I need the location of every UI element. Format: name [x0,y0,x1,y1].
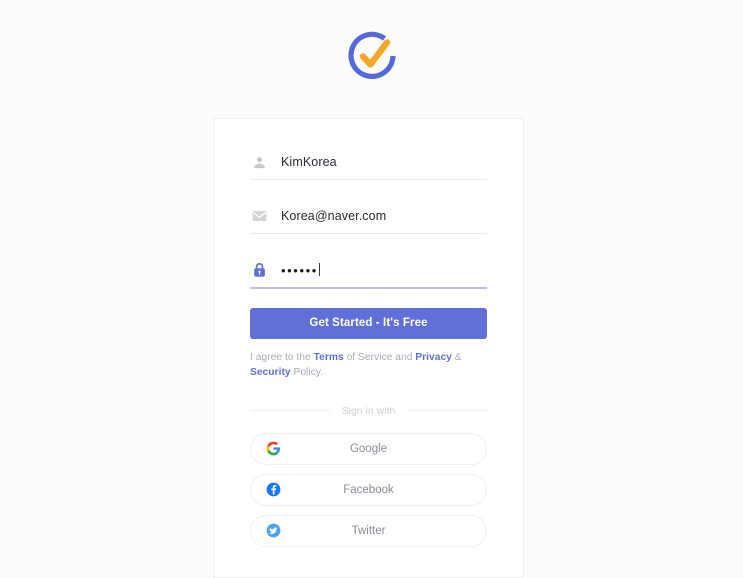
google-icon [265,441,281,457]
agreement-part4: Policy. [290,366,324,378]
check-circle-logo-svg [347,31,396,79]
password-field[interactable]: •••••• [250,253,487,289]
facebook-icon-svg [266,482,280,497]
username-field[interactable]: KimKorea [250,145,487,180]
social-button-google[interactable]: Google [250,432,487,465]
envelope-icon [250,207,268,225]
person-icon [250,153,268,171]
twitter-icon-svg [266,523,280,538]
agreement-part3: & [451,352,462,363]
facebook-icon [265,482,281,498]
password-value: •••••• [281,262,318,278]
divider-line-left [250,410,330,412]
brand-logo-container [0,22,743,90]
google-icon-svg [266,441,280,456]
email-field[interactable]: Korea@naver.com [250,199,487,234]
get-started-button[interactable]: Get Started - It's Free [250,308,487,339]
terms-link[interactable]: Terms [314,352,344,363]
person-icon-svg [253,156,265,168]
twitter-icon [265,523,281,539]
social-label-google: Google [349,442,388,455]
privacy-link[interactable]: Privacy [415,352,452,363]
social-button-twitter[interactable]: Twitter [250,514,487,547]
agreement-part1: I agree to the [250,352,314,363]
social-label-facebook: Facebook [343,483,394,496]
envelope-icon-svg [252,211,266,221]
username-value: KimKorea [281,155,337,169]
text-caret [318,262,320,276]
agreement-text: I agree to the Terms of Service and Priv… [250,351,487,381]
lock-icon-svg [253,263,265,277]
check-circle-logo-icon [338,22,406,90]
security-link[interactable]: Security [250,367,291,378]
agreement-part2: of Service and [343,352,416,363]
divider-label: Sign in with [341,404,396,417]
social-label-twitter: Twitter [351,524,386,537]
email-value: Korea@naver.com [281,209,387,223]
lock-icon [250,261,268,279]
sign-in-with-divider: Sign in with [250,404,488,417]
divider-line-right [407,410,488,412]
signup-card: KimKorea Korea@naver.com •••••• Get Star… [213,118,524,578]
social-button-facebook[interactable]: Facebook [250,473,487,506]
